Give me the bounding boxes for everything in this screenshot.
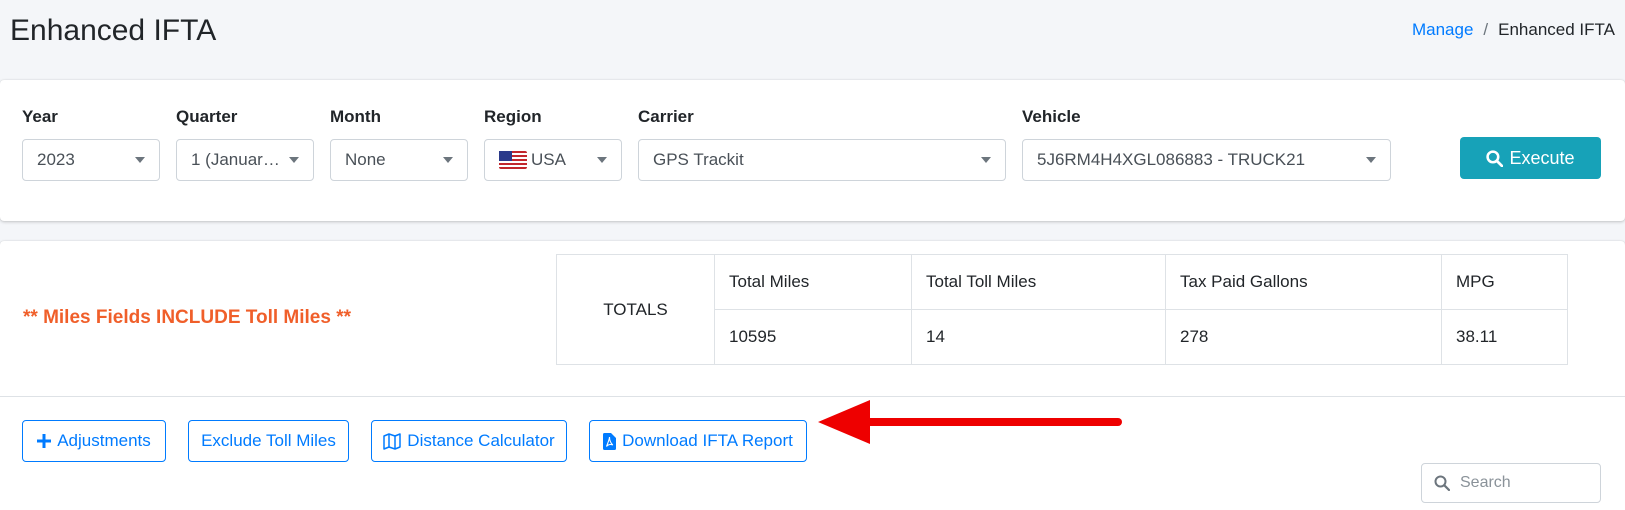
region-field-label: Region <box>484 107 542 126</box>
vehicle-select[interactable]: 5J6RM4H4XGL086883 - TRUCK21 <box>1022 139 1391 181</box>
download-ifta-report-button[interactable]: Download IFTA Report <box>589 420 807 462</box>
annotation-arrow <box>818 400 1122 444</box>
search-input-placeholder: Search <box>1460 474 1511 491</box>
search-icon <box>1434 475 1450 491</box>
breadcrumb-current: Enhanced IFTA <box>1498 20 1615 39</box>
chevron-down-icon <box>597 157 607 163</box>
mpg-value: 38.11 <box>1441 309 1568 365</box>
total-miles-value: 10595 <box>714 309 912 365</box>
breadcrumb: Manage / Enhanced IFTA <box>1412 20 1615 40</box>
column-header: MPG <box>1441 254 1568 310</box>
vehicle-select-value: 5J6RM4H4XGL086883 - TRUCK21 <box>1037 150 1306 169</box>
page-title: Enhanced IFTA <box>10 14 217 47</box>
carrier-select-value: GPS Trackit <box>653 150 744 169</box>
results-card: ** Miles Fields INCLUDE Toll Miles ** TO… <box>0 241 1625 510</box>
filters-card: Year 2023 Quarter 1 (Januar… Month None … <box>0 80 1625 221</box>
region-select[interactable]: USA <box>484 139 622 181</box>
year-field-label: Year <box>22 107 58 126</box>
quarter-select-value: 1 (Januar… <box>191 150 280 169</box>
plus-icon <box>37 434 52 448</box>
section-divider <box>0 396 1625 397</box>
column-header: Tax Paid Gallons <box>1165 254 1442 310</box>
execute-button[interactable]: Execute <box>1460 137 1601 179</box>
map-icon <box>383 432 402 450</box>
download-ifta-report-label: Download IFTA Report <box>622 431 793 450</box>
totals-header-row: TOTALS Total Miles Total Toll Miles Tax … <box>556 254 1568 365</box>
execute-button-label: Execute <box>1509 147 1575 168</box>
totals-label: TOTALS <box>556 254 715 365</box>
chevron-down-icon <box>443 157 453 163</box>
search-box[interactable]: Search <box>1421 463 1601 503</box>
chevron-down-icon <box>1366 157 1376 163</box>
month-field-label: Month <box>330 107 381 126</box>
chevron-down-icon <box>135 157 145 163</box>
adjustments-button[interactable]: Adjustments <box>22 420 166 462</box>
search-icon <box>1486 149 1504 167</box>
quarter-select[interactable]: 1 (Januar… <box>176 139 314 181</box>
carrier-field-label: Carrier <box>638 107 694 126</box>
column-header: Total Toll Miles <box>911 254 1166 310</box>
exclude-toll-miles-label: Exclude Toll Miles <box>201 431 336 450</box>
distance-calculator-label: Distance Calculator <box>407 431 555 450</box>
quarter-field-label: Quarter <box>176 107 238 126</box>
chevron-down-icon <box>289 157 299 163</box>
column-header: Total Miles <box>714 254 912 310</box>
region-select-value: USA <box>531 150 566 169</box>
file-pdf-icon <box>603 432 617 450</box>
month-select-value: None <box>345 150 386 169</box>
tax-paid-gallons-value: 278 <box>1165 309 1442 365</box>
totals-table: TOTALS Total Miles Total Toll Miles Tax … <box>556 254 1568 365</box>
year-select[interactable]: 2023 <box>22 139 160 181</box>
exclude-toll-miles-button[interactable]: Exclude Toll Miles <box>188 420 349 462</box>
adjustments-button-label: Adjustments <box>57 431 151 450</box>
chevron-down-icon <box>981 157 991 163</box>
toll-miles-notice: ** Miles Fields INCLUDE Toll Miles ** <box>23 307 351 328</box>
month-select[interactable]: None <box>330 139 468 181</box>
breadcrumb-manage-link[interactable]: Manage <box>1412 20 1473 40</box>
year-select-value: 2023 <box>37 150 75 169</box>
breadcrumb-separator: / <box>1483 20 1489 39</box>
total-toll-miles-value: 14 <box>911 309 1166 365</box>
carrier-select[interactable]: GPS Trackit <box>638 139 1006 181</box>
us-flag-icon <box>499 151 527 169</box>
distance-calculator-button[interactable]: Distance Calculator <box>371 420 567 462</box>
vehicle-field-label: Vehicle <box>1022 107 1081 126</box>
